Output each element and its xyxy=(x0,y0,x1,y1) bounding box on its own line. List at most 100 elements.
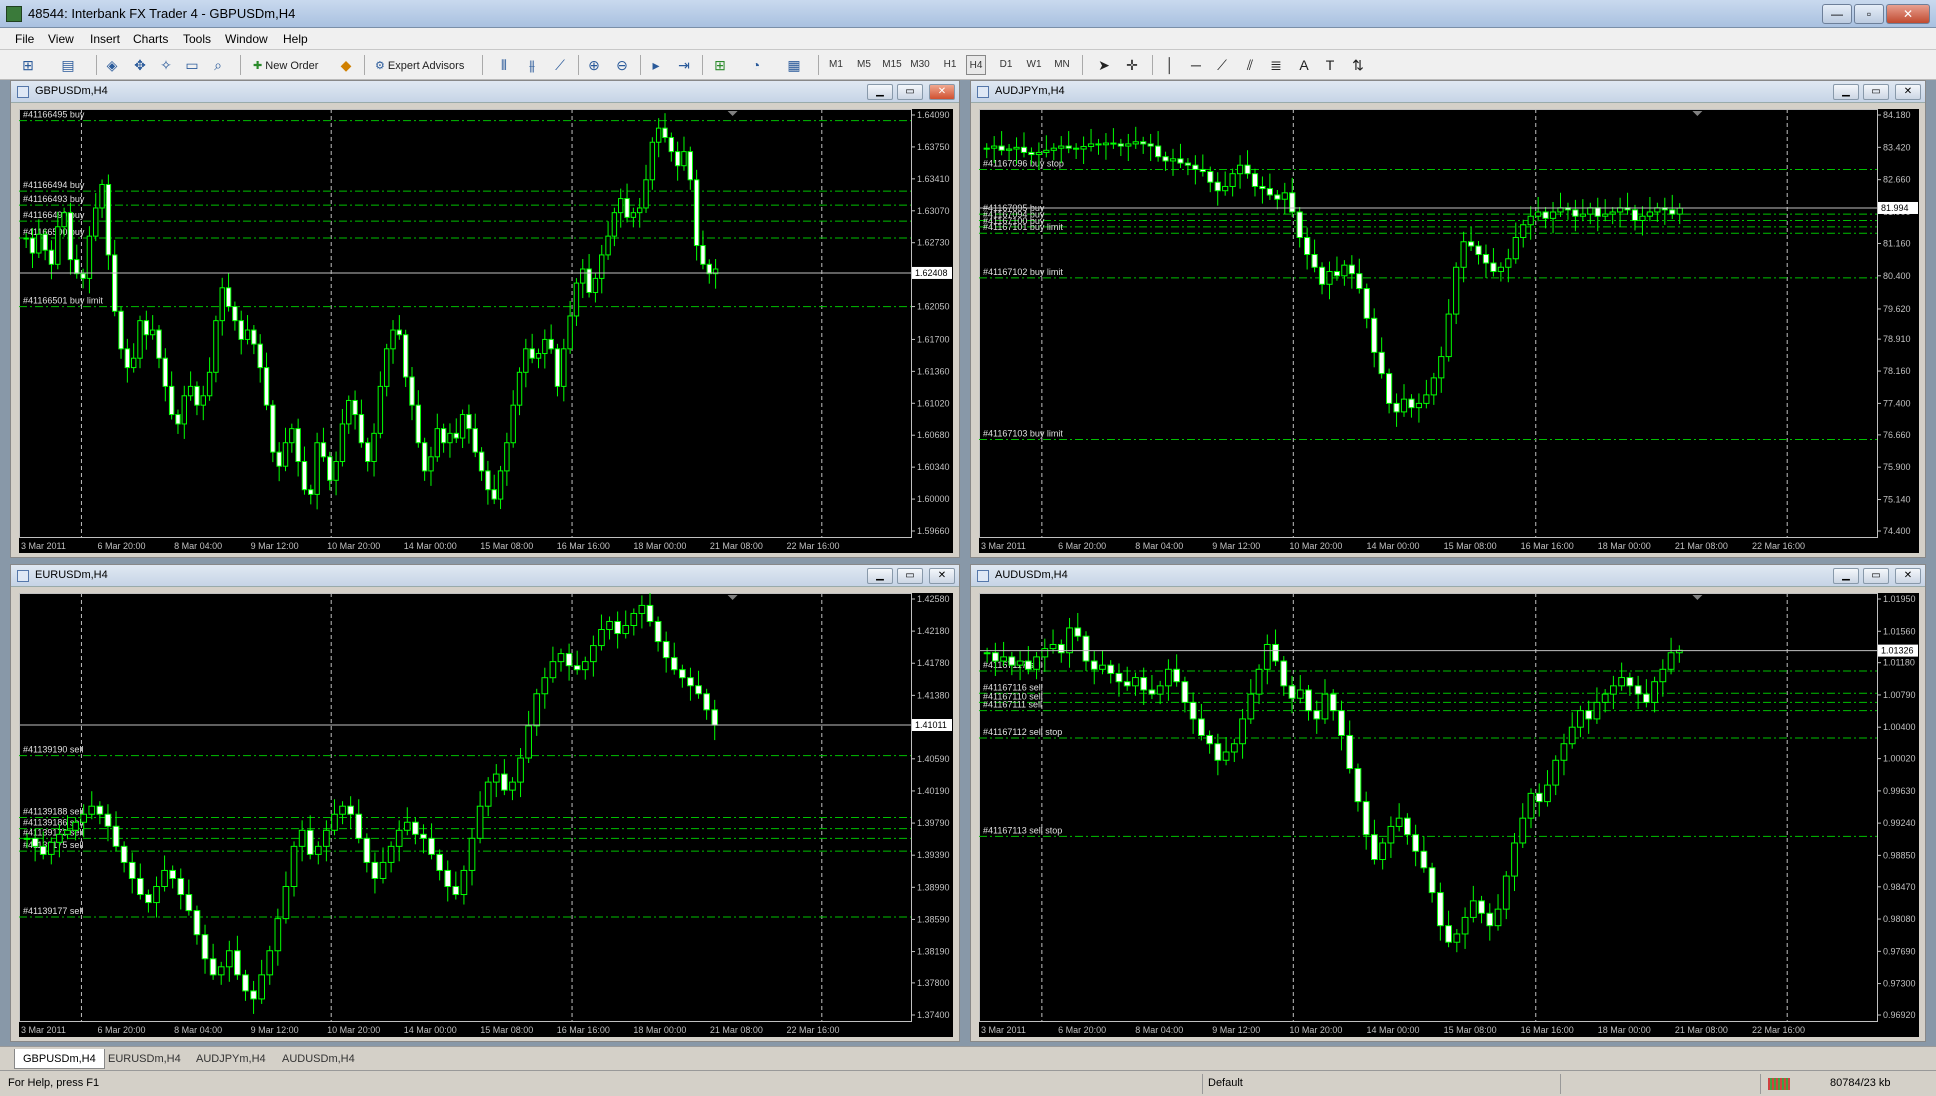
chart-maximize-button[interactable]: ▭ xyxy=(1863,568,1889,584)
chart-close-button[interactable]: ✕ xyxy=(929,84,955,100)
candle-body xyxy=(1289,192,1296,213)
strategy-tester-icon[interactable]: ⌕ xyxy=(208,55,228,75)
market-watch-icon[interactable]: ◈ xyxy=(102,55,122,75)
crosshair-icon[interactable]: ✛ xyxy=(1122,55,1142,75)
menu-help[interactable]: Help xyxy=(283,32,308,46)
chart-close-button[interactable]: ✕ xyxy=(1895,84,1921,100)
candlestick-icon[interactable]: ⫵ xyxy=(522,55,542,75)
chart-close-button[interactable]: ✕ xyxy=(1895,568,1921,584)
minimize-button[interactable]: — xyxy=(1822,4,1852,24)
chart-maximize-button[interactable]: ▭ xyxy=(897,568,923,584)
text-label-icon[interactable]: T xyxy=(1320,55,1340,75)
tab-gbpusd[interactable]: GBPUSDm,H4 xyxy=(14,1049,105,1069)
price-chart[interactable]: 1.425801.421801.417801.413801.409801.405… xyxy=(19,593,953,1037)
metaeditor-icon[interactable]: ◆ xyxy=(336,55,356,75)
chart-plot-area[interactable]: 84.18083.42082.66081.90081.16080.40079.6… xyxy=(979,109,1919,553)
timeframe-m15[interactable]: M15 xyxy=(882,55,902,75)
timeframe-m30[interactable]: M30 xyxy=(910,55,930,75)
profiles-icon[interactable]: ▤ xyxy=(58,55,78,75)
candle-body xyxy=(128,861,136,879)
candle-body xyxy=(145,894,152,904)
chart-shift-icon[interactable]: ⇥ xyxy=(674,55,694,75)
candle-body xyxy=(80,273,86,279)
y-tick-label: 1.62730 xyxy=(917,238,950,248)
line-chart-icon[interactable]: ⟋ xyxy=(550,55,570,75)
chart-window-gbpusd[interactable]: GBPUSDm,H4 ▁ ▭ ✕ 1.64090 1.63750 1.63410 1.… xyxy=(10,80,960,558)
fibonacci-icon[interactable]: ≣ xyxy=(1266,55,1286,75)
trendline-icon[interactable]: ⟋ xyxy=(1212,55,1232,75)
candle-body xyxy=(1393,402,1400,413)
candle-body xyxy=(567,315,573,350)
chart-close-button[interactable]: ✕ xyxy=(929,568,955,584)
menu-insert[interactable]: Insert xyxy=(90,32,120,46)
folder-icon[interactable]: ✧ xyxy=(156,55,176,75)
candle-body xyxy=(655,127,662,143)
chart-window-eurusd[interactable]: EURUSDm,H4 ▁ ▭ ✕ 1.42580 1.42180 1.41780 1.… xyxy=(10,564,960,1042)
candle-body xyxy=(662,127,668,139)
candle-body xyxy=(137,320,143,359)
candle-body xyxy=(371,861,379,879)
candle-body xyxy=(168,385,175,416)
navigator-icon[interactable]: ✥ xyxy=(130,55,150,75)
menu-view[interactable]: View xyxy=(48,32,74,46)
candle-body xyxy=(219,287,225,322)
chart-window-audjpy[interactable]: AUDJPYm,H4 ▁ ▭ ✕ 84.18083.42082.66081.90… xyxy=(970,80,1926,558)
zoom-out-icon[interactable]: ⊖ xyxy=(612,55,632,75)
periods-icon[interactable]: ◔ xyxy=(746,55,766,75)
chart-plot-area[interactable]: 1.64090 1.63750 1.63410 1.63070 1.62730 1.624… xyxy=(19,109,953,553)
menu-file[interactable]: File xyxy=(15,32,34,46)
y-tick-label: 0.97690 xyxy=(1883,946,1916,956)
close-button[interactable]: ✕ xyxy=(1886,4,1930,24)
menu-charts[interactable]: Charts xyxy=(133,32,168,46)
terminal-icon[interactable]: ▭ xyxy=(182,55,202,75)
candle-body xyxy=(1041,648,1049,658)
vertical-line-icon[interactable]: │ xyxy=(1160,55,1180,75)
tab-audjpy[interactable]: AUDJPYm,H4 xyxy=(188,1049,274,1069)
candle-body xyxy=(1362,801,1370,836)
chart-minimize-button[interactable]: ▁ xyxy=(1833,84,1859,100)
autoscroll-icon[interactable]: ▸ xyxy=(646,55,666,75)
zoom-in-icon[interactable]: ⊕ xyxy=(584,55,604,75)
timeframe-m5[interactable]: M5 xyxy=(854,55,874,75)
candle-body xyxy=(1577,710,1584,728)
chart-maximize-button[interactable]: ▭ xyxy=(897,84,923,100)
timeframe-h1[interactable]: H1 xyxy=(940,55,960,75)
menu-window[interactable]: Window xyxy=(225,32,268,46)
timeframe-m1[interactable]: M1 xyxy=(826,55,846,75)
chart-minimize-button[interactable]: ▁ xyxy=(1833,568,1859,584)
tab-eurusd[interactable]: EURUSDm,H4 xyxy=(100,1049,189,1069)
templates-icon[interactable]: ▦ xyxy=(784,55,804,75)
chart-plot-area[interactable]: 1.01950 1.01560 1.01180 1.00790 1.00400 1.000… xyxy=(979,593,1919,1037)
candle-body xyxy=(331,813,338,831)
price-chart[interactable]: 1.01950 1.01560 1.01180 1.00790 1.00400 1.000… xyxy=(979,593,1919,1037)
cursor-icon[interactable]: ➤ xyxy=(1094,55,1114,75)
menu-tools[interactable]: Tools xyxy=(183,32,211,46)
chart-icon xyxy=(977,86,989,98)
arrows-icon[interactable]: ⇅ xyxy=(1348,55,1368,75)
y-tick-label: 77.400 xyxy=(1883,398,1911,408)
price-chart[interactable]: 1.64090 1.63750 1.63410 1.63070 1.62730 1.624… xyxy=(19,109,953,553)
timeframe-w1[interactable]: W1 xyxy=(1024,55,1044,75)
bar-chart-icon[interactable]: ⫴ xyxy=(494,55,514,75)
chart-maximize-button[interactable]: ▭ xyxy=(1863,84,1889,100)
timeframe-d1[interactable]: D1 xyxy=(996,55,1016,75)
text-icon[interactable]: A xyxy=(1294,55,1314,75)
new-chart-icon[interactable]: ⊞ xyxy=(18,55,38,75)
maximize-button[interactable]: ▫ xyxy=(1854,4,1884,24)
chart-minimize-button[interactable]: ▁ xyxy=(867,568,893,584)
chart-tabs: GBPUSDm,H4 EURUSDm,H4 AUDJPYm,H4 AUDUSDm… xyxy=(0,1046,1936,1070)
tab-audusd[interactable]: AUDUSDm,H4 xyxy=(274,1049,363,1069)
candle-body xyxy=(1099,664,1106,670)
expert-advisors-button[interactable]: ⚙ Expert Advisors xyxy=(370,55,469,75)
chart-plot-area[interactable]: 1.425801.421801.417801.413801.409801.405… xyxy=(19,593,953,1037)
timeframe-mn[interactable]: MN xyxy=(1052,55,1072,75)
horizontal-line-icon[interactable]: ─ xyxy=(1186,55,1206,75)
candle-body xyxy=(1544,784,1551,803)
price-chart[interactable]: 84.18083.42082.66081.90081.16080.40079.6… xyxy=(979,109,1919,553)
new-order-button[interactable]: ✚ New Order xyxy=(248,55,323,75)
chart-minimize-button[interactable]: ▁ xyxy=(867,84,893,100)
chart-window-audusd[interactable]: AUDUSDm,H4 ▁ ▭ ✕ 1.01950 1.01560 1.01180 1.… xyxy=(970,564,1926,1042)
timeframe-h4[interactable]: H4 xyxy=(966,55,986,75)
indicators-icon[interactable]: ⊞ xyxy=(710,55,730,75)
channel-icon[interactable]: ⫽ xyxy=(1240,55,1260,75)
